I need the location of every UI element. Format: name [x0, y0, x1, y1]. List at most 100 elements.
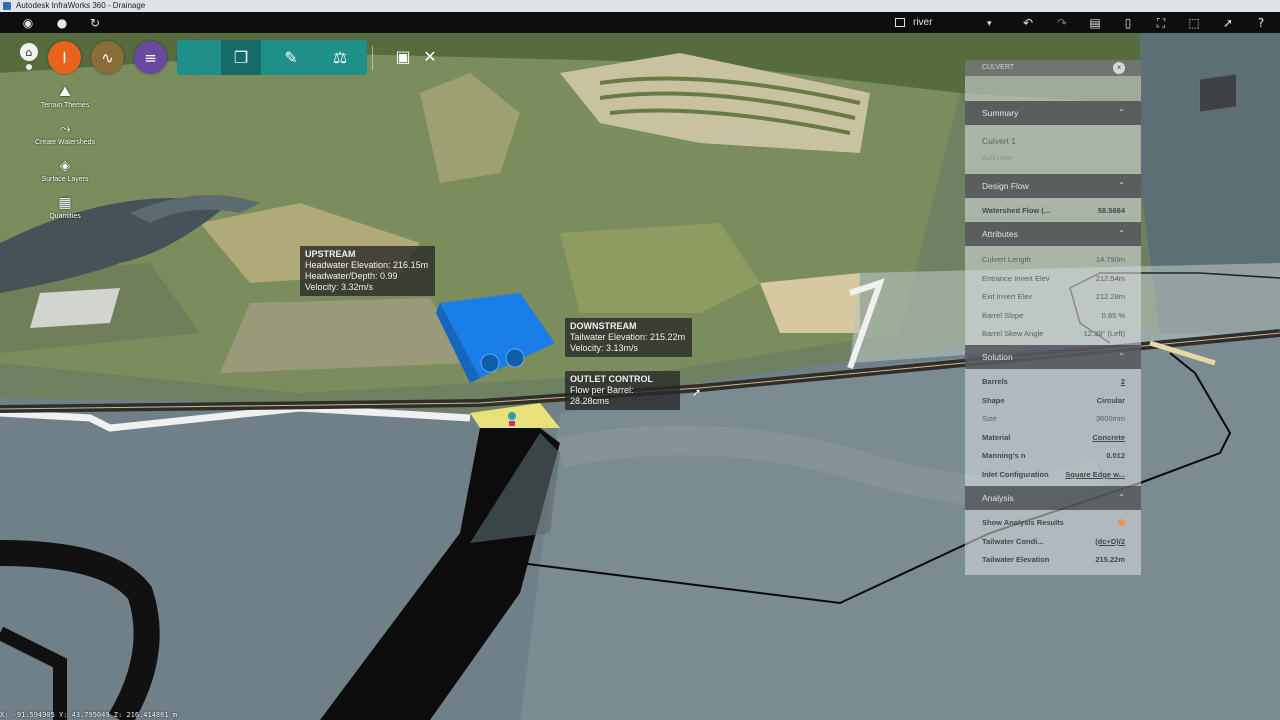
surface-layers-tool[interactable]: ◈ Surface Layers: [30, 158, 100, 183]
attribute-row[interactable]: Exit Invert Elev 212.28m: [965, 288, 1141, 305]
pointer-icon[interactable]: ➚: [1220, 15, 1236, 31]
summary-section-label: Summary: [982, 108, 1019, 118]
culvert-name-row[interactable]: Culvert 1: [965, 133, 1141, 150]
outlet-control-title: OUTLET CONTROL: [570, 374, 653, 384]
undo-icon[interactable]: ↶: [1020, 15, 1036, 31]
home-icon[interactable]: ⌂: [20, 43, 38, 61]
help-icon[interactable]: ?: [1253, 15, 1269, 31]
chevron-up-icon: ⌃: [1118, 493, 1125, 502]
bridge-tool-icon[interactable]: ≡: [134, 41, 167, 74]
solution-row[interactable]: Inlet Configuration Square Edge w...: [965, 466, 1141, 483]
roads-tool-icon[interactable]: ∿: [91, 41, 124, 74]
solution-label: Material: [982, 433, 1011, 442]
scenario-icon: [895, 18, 905, 27]
tailwater-elevation: Tailwater Elevation: 215.22m: [570, 332, 686, 342]
attribute-label: Exit Invert Elev: [982, 292, 1033, 301]
watershed-flow-label: Watershed Flow (...: [982, 206, 1051, 215]
chevron-up-icon: ⌃: [1118, 181, 1125, 190]
analysis-row[interactable]: Tailwater Elevation 215.22m: [965, 551, 1141, 568]
presentation-tool-icon[interactable]: ▣: [392, 44, 414, 68]
analysis-row[interactable]: Show Analysis Results: [965, 514, 1141, 531]
culvert-properties-panel: CULVERT × Summary ⌃ Culvert 1 Add note D…: [965, 60, 1141, 575]
attribute-label: Entrance Invert Elev: [982, 274, 1050, 283]
attribute-row[interactable]: Barrel Slope 0.85 %: [965, 307, 1141, 324]
select-area-icon[interactable]: ⬚: [1186, 15, 1202, 31]
attribute-row[interactable]: Entrance Invert Elev 212.54m: [965, 270, 1141, 287]
solution-label: Manning's n: [982, 451, 1026, 460]
upstream-callout: UPSTREAM Headwater Elevation: 216.15m He…: [300, 246, 435, 296]
layers-tool-icon[interactable]: ❐: [221, 40, 261, 75]
analysis-section-header[interactable]: Analysis ⌃: [965, 486, 1141, 510]
mountain-icon: ⛰: [59, 84, 71, 100]
settings-dot-icon[interactable]: [26, 64, 32, 70]
surface-layers-label: Surface Layers: [41, 176, 89, 183]
create-watersheds-tool[interactable]: ⤳ Create Watersheds: [30, 121, 100, 146]
downstream-velocity: Velocity: 3.13m/s: [570, 343, 639, 353]
attribute-row[interactable]: Culvert Length 14.790m: [965, 251, 1141, 268]
utilities-tool-icon[interactable]: ✕: [419, 44, 441, 68]
solution-label: Barrels: [982, 377, 1008, 386]
scenario-dropdown[interactable]: river ▾: [895, 15, 1000, 31]
solution-value[interactable]: 3600mm: [1096, 410, 1125, 427]
solution-value[interactable]: Concrete: [1092, 429, 1125, 446]
design-flow-section-label: Design Flow: [982, 181, 1029, 191]
redo-icon[interactable]: ↷: [1054, 15, 1070, 31]
attribute-value: 0.85 %: [1101, 311, 1125, 320]
add-note-label: Add note: [982, 153, 1013, 162]
analysis-value: 215.22m: [1095, 555, 1125, 564]
build-manage-tool-icon[interactable]: I: [48, 41, 81, 74]
fullscreen-icon[interactable]: ⛶: [1153, 15, 1169, 31]
analysis-value[interactable]: (dc+D)/2: [1095, 533, 1125, 550]
close-icon[interactable]: ×: [1113, 62, 1125, 74]
attributes-section-label: Attributes: [982, 229, 1018, 239]
record-icon[interactable]: ●: [54, 15, 70, 31]
design-flow-section-header[interactable]: Design Flow ⌃: [965, 174, 1141, 198]
chevron-up-icon: ⌃: [1118, 229, 1125, 238]
summary-section-header[interactable]: Summary ⌃: [965, 101, 1141, 125]
analysis-label: Show Analysis Results: [982, 518, 1064, 527]
bookmark-icon[interactable]: ▤: [1087, 15, 1103, 31]
headwater-elevation: Headwater Elevation: 216.15m: [305, 260, 429, 270]
analysis-row[interactable]: Tailwater Condi... (dc+D)/2: [965, 533, 1141, 550]
view-cube[interactable]: [1199, 73, 1237, 113]
attribute-value: 212.54m: [1095, 274, 1125, 283]
show-analysis-toggle[interactable]: [1115, 514, 1125, 531]
attribute-row[interactable]: Barrel Skew Angle 12.39° (Left): [965, 325, 1141, 342]
solution-section-label: Solution: [982, 352, 1013, 362]
solution-section-header[interactable]: Solution ⌃: [965, 345, 1141, 369]
solution-row[interactable]: Size 3600mm: [965, 410, 1141, 427]
solution-label: Size: [982, 414, 997, 423]
solution-value[interactable]: 0.012: [1106, 447, 1125, 464]
sync-icon[interactable]: ↻: [87, 15, 103, 31]
terrain-themes-tool[interactable]: ⛰ Terrain Themes: [30, 84, 100, 109]
account-circle-icon[interactable]: ◉: [20, 15, 36, 31]
watershed-flow-row[interactable]: Watershed Flow (... 58.5684: [965, 202, 1141, 219]
analysis-label: Tailwater Condi...: [982, 537, 1044, 546]
toolbar-divider: [372, 46, 373, 70]
solution-label: Shape: [982, 396, 1005, 405]
quantities-tool[interactable]: ▦ Quantities: [30, 195, 100, 220]
add-note-row[interactable]: Add note: [965, 149, 1141, 166]
coordinate-readout: X: -91.594905 Y: 43.795049 Z: 216.414861…: [0, 711, 178, 719]
watershed-flow-value: 58.5684: [1097, 206, 1125, 215]
attributes-section-header[interactable]: Attributes ⌃: [965, 222, 1141, 246]
upstream-title: UPSTREAM: [305, 249, 356, 259]
downstream-callout: DOWNSTREAM Tailwater Elevation: 215.22m …: [565, 318, 692, 357]
attribute-label: Barrel Skew Angle: [982, 329, 1044, 338]
attribute-label: Barrel Slope: [982, 311, 1024, 320]
solution-value[interactable]: 2: [1121, 373, 1125, 390]
solution-row[interactable]: Material Concrete: [965, 429, 1141, 446]
analysis-section-label: Analysis: [982, 493, 1014, 503]
flow-per-barrel: Flow per Barrel: 28.28cms: [570, 385, 634, 406]
solution-row[interactable]: Barrels 2: [965, 373, 1141, 390]
sketch-tool-icon[interactable]: ✎: [271, 40, 311, 75]
culvert-name: Culvert 1: [982, 136, 1017, 146]
solution-value[interactable]: Circular: [1097, 392, 1125, 409]
solution-value[interactable]: Square Edge w...: [1065, 466, 1125, 483]
analyze-tool-icon[interactable]: ⚖: [320, 40, 360, 75]
panel-toggle-icon[interactable]: ▯: [1120, 15, 1136, 31]
solution-row[interactable]: Shape Circular: [965, 392, 1141, 409]
panel-header: CULVERT ×: [965, 60, 1141, 76]
window-title: Autodesk InfraWorks 360 - Drainage: [16, 1, 146, 10]
solution-row[interactable]: Manning's n 0.012: [965, 447, 1141, 464]
